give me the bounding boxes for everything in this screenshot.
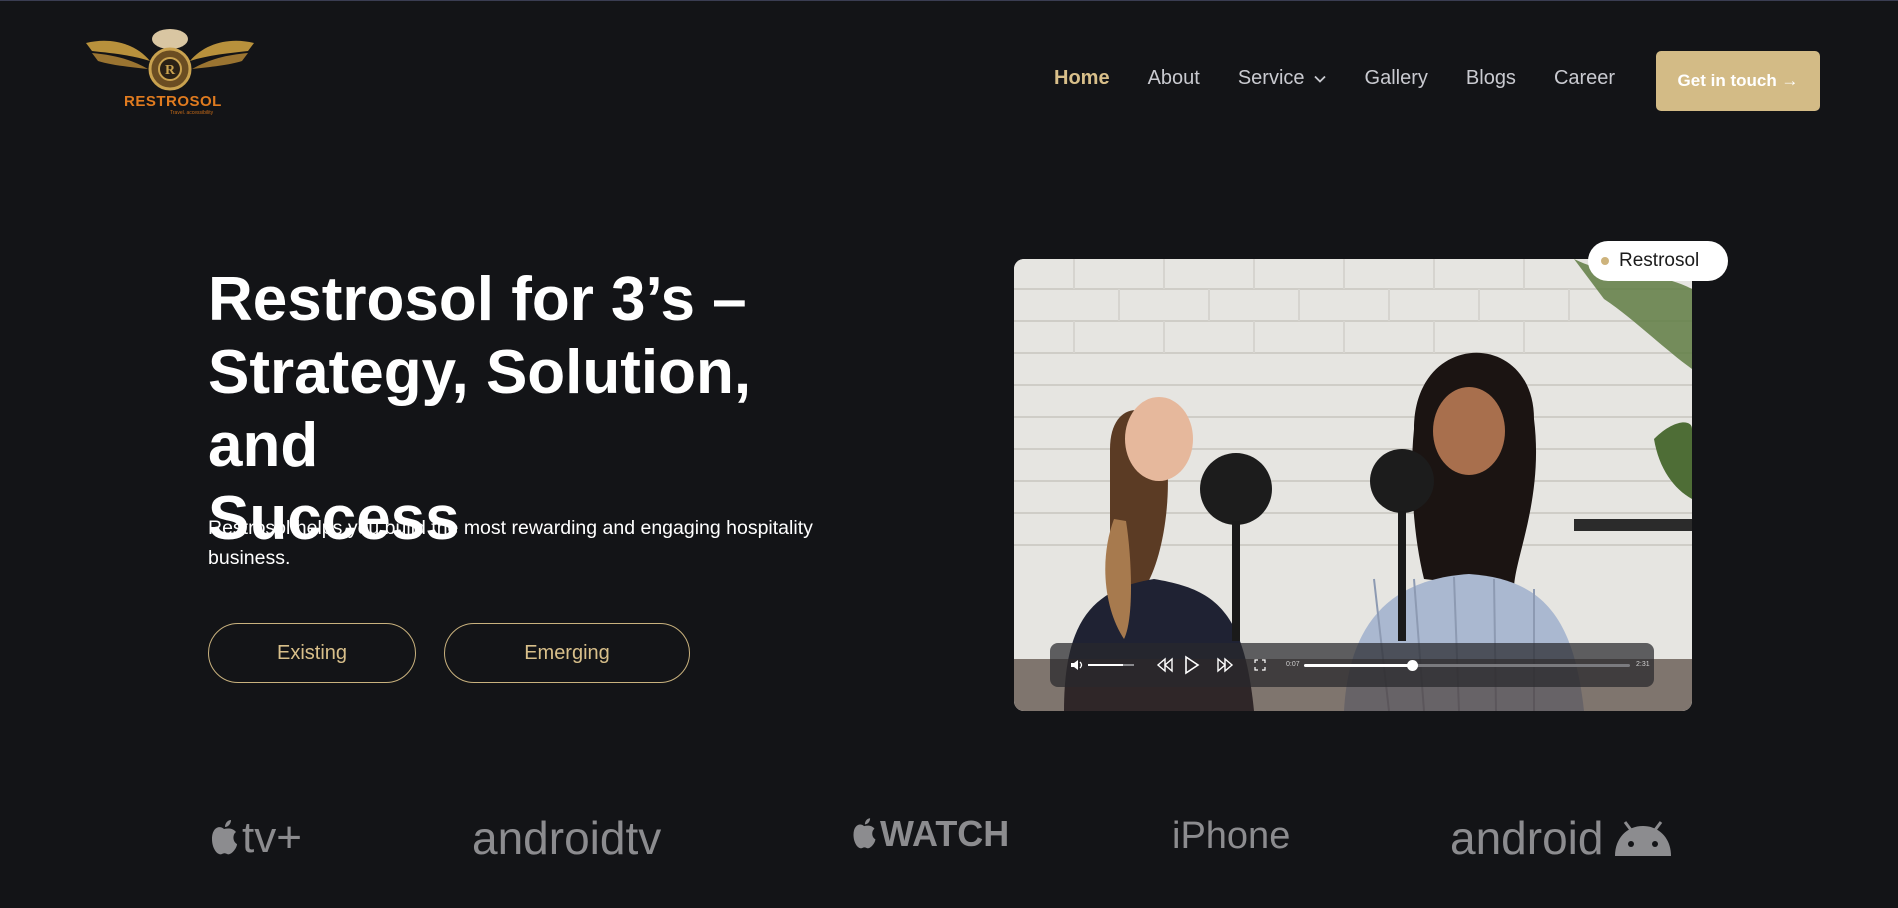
restrosol-logo[interactable]: R RESTROSOL Travel. accessibility — [80, 29, 260, 119]
nav-home[interactable]: Home — [1054, 67, 1110, 90]
badge-dot-icon — [1601, 257, 1609, 265]
volume-level — [1088, 664, 1123, 666]
chevron-down-icon — [1313, 75, 1326, 83]
watch-text: WATCH — [880, 813, 1010, 854]
rewind-icon[interactable] — [1156, 657, 1174, 673]
svg-text:R: R — [165, 63, 176, 78]
hero-title-line-2: Strategy, Solution, and — [208, 338, 752, 480]
android-tv-text-a: android — [472, 812, 626, 864]
total-time: 2:31 — [1636, 661, 1650, 668]
nav-service[interactable]: Service — [1238, 67, 1327, 90]
apple-icon — [212, 820, 237, 855]
android-robot-icon — [1615, 821, 1672, 856]
get-in-touch-button[interactable]: Get in touch → — [1656, 51, 1820, 111]
android-logo: android — [1450, 811, 1675, 865]
existing-button[interactable]: Existing — [208, 623, 416, 683]
volume-slider[interactable] — [1088, 664, 1134, 666]
volume-icon[interactable] — [1070, 658, 1084, 672]
hero-title: Restrosol for 3’s – Strategy, Solution, … — [208, 263, 868, 555]
apple-tv-logo: tv+ — [208, 813, 302, 863]
logo-tagline: Travel. accessibility — [170, 110, 214, 116]
badge-label: Restrosol — [1619, 250, 1700, 271]
current-time: 0:07 — [1286, 661, 1300, 668]
fast-forward-icon[interactable] — [1216, 657, 1234, 673]
iphone-logo: iPhone — [1172, 815, 1290, 858]
apple-watch-logo: WATCH — [850, 813, 1009, 855]
android-text: android — [1450, 812, 1604, 864]
logo-wordmark: RESTROSOL — [124, 93, 222, 110]
hero-title-line-1: Restrosol for 3’s – — [208, 265, 747, 334]
restrosol-badge: Restrosol — [1588, 241, 1728, 281]
progress-fill — [1304, 664, 1412, 667]
iphone-text: iPhone — [1172, 815, 1291, 857]
nav-about[interactable]: About — [1148, 67, 1200, 90]
play-icon[interactable] — [1184, 655, 1200, 675]
nav-career[interactable]: Career — [1554, 67, 1615, 90]
main-nav: Home About Service Gallery Blogs Career — [1054, 67, 1653, 90]
android-tv-text-b: tv — [625, 812, 662, 864]
apple-tv-text: tv+ — [242, 813, 302, 862]
nav-service-label: Service — [1237, 67, 1305, 89]
nav-gallery[interactable]: Gallery — [1365, 67, 1428, 90]
hero-subtitle: Restrosol helps you build the most rewar… — [208, 517, 813, 569]
video-controls: 0:07 2:31 — [1050, 643, 1654, 687]
progress-knob[interactable] — [1406, 660, 1418, 671]
fullscreen-icon[interactable] — [1254, 659, 1266, 671]
progress-bar[interactable] — [1304, 660, 1630, 671]
apple-icon — [853, 818, 876, 849]
nav-blogs[interactable]: Blogs — [1466, 67, 1516, 90]
emerging-button[interactable]: Emerging — [444, 623, 690, 683]
android-tv-logo: android tv — [472, 811, 661, 865]
video-player[interactable]: 0:07 2:31 — [1014, 259, 1692, 711]
